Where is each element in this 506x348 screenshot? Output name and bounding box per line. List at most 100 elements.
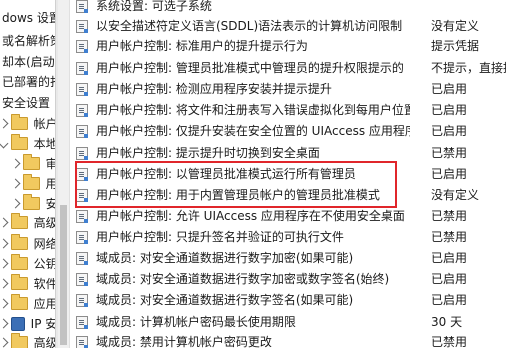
tree-item-local-policies[interactable]: 本地策	[0, 133, 55, 153]
policy-name: 用户帐户控制: 提示提升时切换到安全桌面	[96, 146, 320, 160]
policy-name: 用户帐户控制: 以管理员批准模式运行所有管理员	[96, 167, 356, 181]
policy-setting: 已禁用	[431, 230, 468, 244]
tree-item-label: 帐户策	[33, 116, 55, 131]
tree-item-account-policies[interactable]: 帐户策	[0, 113, 55, 133]
expand-chevron-icon[interactable]	[0, 337, 9, 348]
policy-row[interactable]: 用户帐户控制: 用于内置管理员帐户的管理员批准模式 没有定义	[72, 186, 506, 205]
policy-row[interactable]: 域成员: 禁用计算机帐户密码更改 已禁用	[72, 333, 506, 348]
tree-item-label: 网络列	[33, 236, 55, 251]
tree-item-user-rights[interactable]: 用户	[12, 173, 55, 193]
expand-chevron-icon[interactable]	[12, 158, 21, 169]
policy-row[interactable]: 以安全描述符定义语言(SDDL)语法表示的计算机访问限制 没有定义	[72, 17, 506, 36]
tree-item-label: 公钥策	[33, 256, 55, 271]
folder-icon	[10, 114, 28, 130]
policy-setting: 不提示，直接提	[431, 61, 506, 75]
policy-icon	[76, 189, 88, 202]
folder-icon	[22, 174, 40, 190]
tree-item-label: 用户	[45, 176, 55, 191]
tree-item-scripts[interactable]: 却本(启动	[0, 51, 55, 71]
policy-setting: 没有定义	[431, 19, 480, 33]
tree-item-app-control[interactable]: 应用程	[0, 293, 55, 313]
policy-icon	[76, 336, 88, 348]
policy-setting: 已禁用	[431, 146, 468, 160]
policy-row[interactable]: 用户帐户控制: 以管理员批准模式运行所有管理员 已启用	[72, 165, 506, 184]
expand-chevron-icon[interactable]	[0, 258, 9, 269]
policy-row[interactable]: 用户帐户控制: 管理员批准模式中管理员的提升权限提示的 不提示，直接提	[72, 59, 506, 78]
tree-item-advanced-firewall[interactable]: 高级安	[0, 212, 55, 232]
policy-icon	[76, 0, 88, 13]
policy-icon	[76, 210, 88, 223]
tree-item-label: 或名解析策	[2, 33, 55, 48]
folder-icon	[10, 134, 28, 150]
policy-name: 域成员: 对安全通道数据进行数字签名(如果可能)	[96, 293, 354, 307]
expand-chevron-icon[interactable]	[0, 238, 9, 249]
tree-item-label: IP 安全	[30, 316, 55, 331]
policy-row[interactable]: 用户帐户控制: 标准用户的提升提示行为 提示凭据	[72, 37, 506, 56]
policy-name: 域成员: 计算机帐户密码最长使用期限	[96, 315, 296, 329]
policy-row[interactable]: 用户帐户控制: 只提升签名并验证的可执行文件 已禁用	[72, 228, 506, 247]
policy-setting: 已启用	[431, 293, 468, 307]
policy-name: 域成员: 对安全通道数据进行数字加密(如果可能)	[96, 251, 354, 265]
policy-row[interactable]: 用户帐户控制: 仅提升安装在安全位置的 UIAccess 应用程序 已启用	[72, 122, 506, 141]
policy-icon	[76, 168, 88, 181]
tree-item-label: 高级审	[33, 335, 55, 348]
policy-setting: 已启用	[431, 103, 468, 117]
policy-name: 用户帐户控制: 只提升签名并验证的可执行文件	[96, 230, 344, 244]
policy-setting: 30 天	[431, 315, 463, 329]
policy-icon	[76, 40, 88, 53]
expand-chevron-icon[interactable]	[0, 118, 9, 129]
policy-name: 用户帐户控制: 仅提升安装在安全位置的 UIAccess 应用程序	[96, 124, 410, 138]
policy-row[interactable]: 域成员: 计算机帐户密码最长使用期限 30 天	[72, 313, 506, 332]
policy-icon	[76, 294, 88, 307]
tree-item-name-resolution[interactable]: 或名解析策	[0, 30, 55, 50]
folder-icon	[10, 274, 28, 290]
policy-name: 用户帐户控制: 标准用户的提升提示行为	[96, 39, 308, 53]
folder-icon	[22, 154, 40, 170]
policy-icon	[76, 83, 88, 96]
tree-item-ip-security[interactable]: IP 安全	[0, 313, 55, 333]
policy-setting: 已禁用	[431, 335, 468, 348]
policy-row[interactable]: 用户帐户控制: 提示提升时切换到安全桌面 已禁用	[72, 144, 506, 163]
policy-row[interactable]: 域成员: 对安全通道数据进行数字加密(如果可能) 已启用	[72, 249, 506, 268]
tree-item-label: 已部署的打	[2, 74, 55, 89]
tree-item-audit-policy[interactable]: 审核	[12, 153, 55, 173]
expand-chevron-icon[interactable]	[0, 318, 9, 329]
expand-chevron-icon[interactable]	[0, 217, 9, 228]
policy-row[interactable]: 系统设置: 可选子系统	[72, 0, 506, 16]
policy-setting: 已启用	[431, 167, 468, 181]
expand-chevron-icon[interactable]	[0, 278, 9, 289]
tree-item-label: 审核	[45, 156, 55, 171]
folder-icon	[10, 294, 28, 310]
policy-list: 系统设置: 可选子系统 以安全描述符定义语言(SDDL)语法表示的计算机访问限制…	[72, 0, 506, 348]
folder-icon	[22, 194, 40, 210]
policy-icon	[76, 125, 88, 138]
policy-setting: 已启用	[431, 124, 468, 138]
policy-row[interactable]: 用户帐户控制: 将文件和注册表写入错误虚拟化到每用户位置 已启用	[72, 101, 506, 120]
scrollbar-thumb[interactable]	[60, 205, 67, 345]
tree-item-deployed-printers[interactable]: 已部署的打	[0, 71, 55, 91]
tree-item-advanced-audit[interactable]: 高级审	[0, 332, 55, 348]
tree-item-security-settings[interactable]: 安全设置	[0, 92, 50, 112]
tree-item-label: 安全设置	[2, 95, 51, 110]
network-icon	[10, 316, 25, 331]
policy-setting: 已启用	[431, 82, 468, 96]
tree-item-security-options[interactable]: 安全	[12, 193, 55, 213]
policy-name: 域成员: 禁用计算机帐户密码更改	[96, 335, 272, 348]
policy-icon	[76, 316, 88, 329]
policy-row[interactable]: 域成员: 对安全通道数据进行数字加密或数字签名(始终) 已启用	[72, 270, 506, 289]
policy-icon	[76, 273, 88, 286]
expand-chevron-icon[interactable]	[0, 298, 9, 309]
expand-chevron-icon[interactable]	[12, 198, 21, 209]
policy-row[interactable]: 用户帐户控制: 检测应用程序安装并提示提升 已启用	[72, 80, 506, 99]
policy-row[interactable]: 用户帐户控制: 允许 UIAccess 应用程序在不使用安全桌面 已禁用	[72, 207, 506, 226]
folder-icon	[10, 213, 28, 229]
tree-item-network-list[interactable]: 网络列	[0, 233, 55, 253]
policy-icon	[76, 147, 88, 160]
policy-row[interactable]: 域成员: 对安全通道数据进行数字签名(如果可能) 已启用	[72, 291, 506, 310]
tree-item-software-restriction[interactable]: 软件限	[0, 273, 55, 293]
tree-item-public-key[interactable]: 公钥策	[0, 253, 55, 273]
expand-chevron-icon[interactable]	[12, 178, 21, 189]
tree-item-windows-settings[interactable]: dows 设置	[0, 7, 55, 27]
collapse-chevron-icon[interactable]	[0, 138, 9, 149]
tree-vertical-scrollbar[interactable]	[58, 0, 70, 348]
